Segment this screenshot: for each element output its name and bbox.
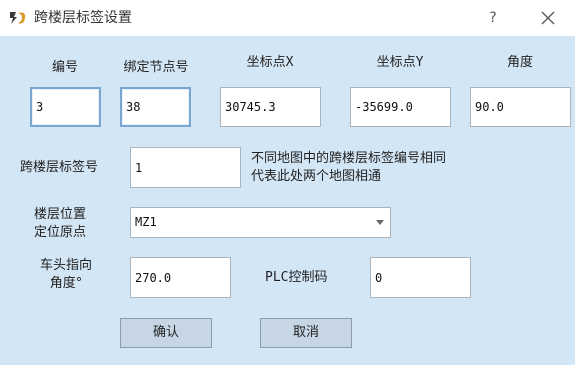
- dialog-window: 跨楼层标签设置 ? 编号 绑定节点号 坐标点X 坐标点Y 角度 跨楼层标签号 不…: [0, 0, 575, 365]
- window-title: 跨楼层标签设置: [34, 10, 132, 26]
- title-bar: 跨楼层标签设置 ?: [0, 0, 575, 36]
- bound-node-label: 绑定节点号: [123, 60, 189, 75]
- note-line-2: 代表此处两个地图相通: [251, 169, 382, 184]
- bound-node-input[interactable]: [120, 87, 191, 127]
- angle-input[interactable]: [470, 87, 571, 127]
- floor-origin-label-line1: 楼层位置: [33, 207, 86, 222]
- floor-origin-select[interactable]: MZ1: [130, 207, 391, 238]
- id-input[interactable]: [30, 87, 101, 127]
- app-logo-icon: [8, 9, 28, 27]
- cross-floor-note: 不同地图中的跨楼层标签编号相同 代表此处两个地图相通: [251, 150, 446, 186]
- plc-code-input[interactable]: [370, 257, 471, 298]
- heading-angle-input[interactable]: [130, 257, 231, 298]
- note-line-1: 不同地图中的跨楼层标签编号相同: [251, 151, 447, 166]
- close-icon[interactable]: [536, 6, 560, 30]
- id-label: 编号: [51, 60, 78, 75]
- angle-label: 角度: [506, 55, 533, 70]
- cross-floor-tag-input[interactable]: [130, 147, 241, 188]
- heading-angle-label-line1: 车头指向: [39, 258, 92, 273]
- help-button[interactable]: ?: [482, 6, 504, 30]
- y-coordinate-input[interactable]: [350, 87, 451, 127]
- floor-origin-label: 楼层位置 定位原点: [28, 206, 92, 242]
- confirm-button[interactable]: 确认: [120, 318, 212, 348]
- heading-angle-label-line2: 角度°: [49, 276, 83, 291]
- chevron-down-icon[interactable]: [376, 220, 384, 225]
- cancel-button[interactable]: 取消: [260, 318, 352, 348]
- x-coordinate-input[interactable]: [220, 87, 321, 127]
- x-coordinate-label: 坐标点X: [246, 55, 294, 70]
- heading-angle-label: 车头指向 角度°: [28, 257, 104, 293]
- floor-origin-label-line2: 定位原点: [33, 225, 86, 240]
- y-coordinate-label: 坐标点Y: [376, 55, 424, 70]
- floor-origin-value: MZ1: [135, 215, 157, 229]
- plc-code-label: PLC控制码: [265, 270, 328, 285]
- cross-floor-tag-label: 跨楼层标签号: [20, 160, 99, 175]
